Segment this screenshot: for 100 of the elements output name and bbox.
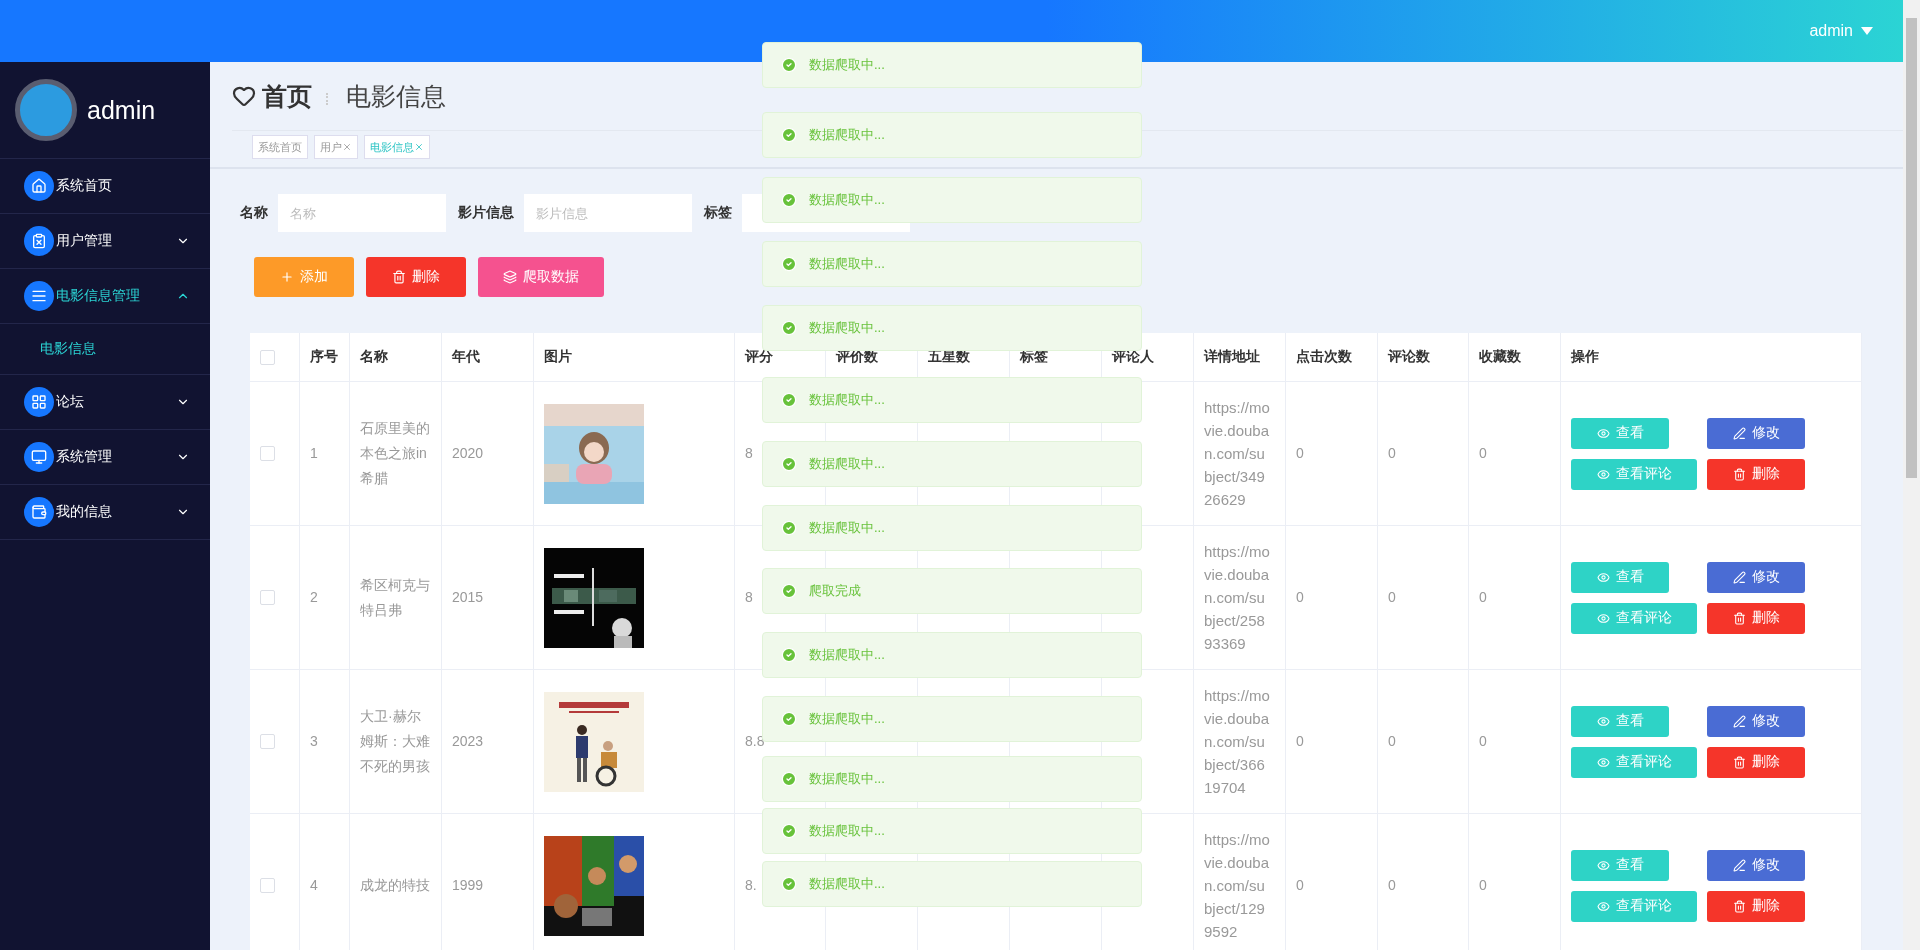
pen-icon <box>1732 858 1746 872</box>
trash-icon <box>1732 755 1746 769</box>
checkbox[interactable] <box>260 878 275 893</box>
pen-icon <box>1732 714 1746 728</box>
table-cell-text: 2020 <box>452 444 484 463</box>
menu-item[interactable]: 电影信息管理 <box>0 269 210 324</box>
table-cell-text: 0 <box>1296 588 1304 607</box>
table-cell-text: 1999 <box>452 876 484 895</box>
checkbox[interactable] <box>260 446 275 461</box>
table-cell-text: 0 <box>1479 588 1487 607</box>
tab[interactable]: 电影信息 <box>364 135 430 159</box>
table-cell-text: 0 <box>1479 732 1487 751</box>
menu-item[interactable]: 系统管理 <box>0 430 210 485</box>
table-cell-text: 0 <box>1296 732 1304 751</box>
menu-item[interactable]: 我的信息 <box>0 485 210 540</box>
checkbox[interactable] <box>260 349 275 365</box>
table-cell-text: 8.8 <box>745 732 765 751</box>
table-cell-text: https://movie.douban.com/subject/25893369 <box>1204 542 1270 654</box>
table-cell-text: 石原里美的本色之旅in希腊 <box>360 419 431 488</box>
tab[interactable]: 系统首页 <box>252 135 308 159</box>
column-header: 点击次数 <box>1296 348 1352 366</box>
caret-icon <box>1861 27 1873 35</box>
edit-button[interactable]: 修改 <box>1707 849 1805 881</box>
user-menu[interactable]: admin <box>1809 22 1873 40</box>
check-icon <box>781 876 797 892</box>
menu-item[interactable]: 用户管理 <box>0 214 210 269</box>
tab[interactable]: 用户 <box>314 135 358 159</box>
notification: 数据爬取中... <box>762 808 1142 854</box>
pen-icon <box>1732 570 1746 584</box>
delete-button[interactable]: 删除 <box>1707 602 1805 634</box>
crawl-button[interactable]: 爬取数据 <box>478 257 604 297</box>
column-header: 图片 <box>544 348 572 366</box>
check-icon <box>781 392 797 408</box>
notification: 数据爬取中... <box>762 632 1142 678</box>
notification: 数据爬取中... <box>762 756 1142 802</box>
check-icon <box>781 456 797 472</box>
user-name: admin <box>87 95 156 125</box>
filter-field[interactable]: 名称 <box>278 194 446 232</box>
table-cell-text: https://movie.douban.com/subject/1299592 <box>1204 830 1270 942</box>
notification: 数据爬取中... <box>762 861 1142 907</box>
column-header: 操作 <box>1571 348 1599 366</box>
trash-icon <box>1732 899 1746 913</box>
notification: 数据爬取中... <box>762 305 1142 351</box>
filter-field[interactable]: 影片信息 <box>524 194 692 232</box>
filter-label: 影片信息 <box>458 204 514 222</box>
table-cell-text: 8 <box>745 588 753 607</box>
submenu-item[interactable]: 电影信息 <box>0 324 210 375</box>
clipboard-icon <box>24 226 54 256</box>
table-cell-text: 2023 <box>452 732 484 751</box>
check-icon <box>781 520 797 536</box>
filter-label: 名称 <box>240 204 268 222</box>
delete-button[interactable]: 删除 <box>1707 890 1805 922</box>
table-cell-text: 4 <box>310 876 318 895</box>
eye-icon <box>1596 426 1610 440</box>
edit-button[interactable]: 修改 <box>1707 417 1805 449</box>
table-cell-text: 1 <box>310 444 318 463</box>
notification: 数据爬取中... <box>762 377 1142 423</box>
table-cell-text: 2 <box>310 588 318 607</box>
delete-button[interactable]: 删除 <box>1707 746 1805 778</box>
menu-item[interactable]: 论坛 <box>0 375 210 430</box>
eye-icon <box>1596 570 1610 584</box>
table-cell-text: 0 <box>1296 876 1304 895</box>
checkbox[interactable] <box>260 590 275 605</box>
delete-button[interactable]: 删除 <box>1707 458 1805 490</box>
notification: 数据爬取中... <box>762 505 1142 551</box>
column-header: 收藏数 <box>1479 348 1521 366</box>
table-cell-text: 8 <box>745 444 753 463</box>
table-cell-text: 3 <box>310 732 318 751</box>
monitor-icon <box>24 442 54 472</box>
table-cell-text: 成龙的特技 <box>360 876 430 895</box>
check-icon <box>781 771 797 787</box>
check-icon <box>781 192 797 208</box>
eye-icon <box>1596 858 1610 872</box>
add-button[interactable]: 添加 <box>254 257 354 297</box>
table-cell-text: https://movie.douban.com/subject/36619704 <box>1204 686 1270 798</box>
check-icon <box>781 711 797 727</box>
eye-icon <box>1596 714 1610 728</box>
checkbox[interactable] <box>260 734 275 749</box>
table-cell-text: 0 <box>1388 588 1396 607</box>
menu-item[interactable]: 系统首页 <box>0 159 210 214</box>
column-header: 评论数 <box>1388 348 1430 366</box>
edit-button[interactable]: 修改 <box>1707 561 1805 593</box>
eye-icon <box>1596 611 1610 625</box>
check-icon <box>781 256 797 272</box>
table-cell-text: 8. <box>745 876 757 895</box>
delete-button[interactable]: 删除 <box>366 257 466 297</box>
close-icon[interactable] <box>414 142 424 152</box>
notification: 数据爬取中... <box>762 42 1142 88</box>
close-icon[interactable] <box>342 142 352 152</box>
edit-button[interactable]: 修改 <box>1707 705 1805 737</box>
trash-icon <box>1732 611 1746 625</box>
column-header: 名称 <box>360 348 388 366</box>
scrollbar[interactable] <box>1903 0 1920 950</box>
column-header: 年代 <box>452 348 480 366</box>
table-cell-text: 0 <box>1388 876 1396 895</box>
heart-icon <box>232 84 256 108</box>
grid-icon <box>24 387 54 417</box>
table-cell-text: 2015 <box>452 588 484 607</box>
trash-icon <box>392 270 406 284</box>
plus-icon <box>280 270 294 284</box>
